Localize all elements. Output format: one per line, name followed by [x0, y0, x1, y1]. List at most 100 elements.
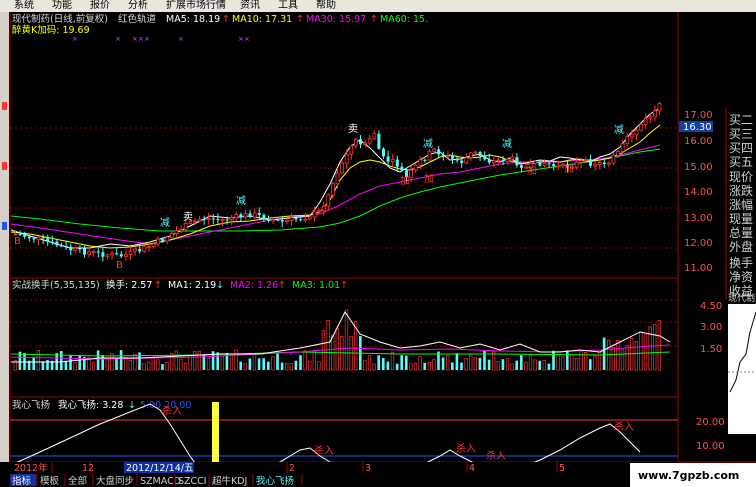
candle-body	[400, 166, 404, 171]
quote-label-total: 总量	[729, 226, 753, 240]
menu-item-help[interactable]: 帮助	[316, 0, 336, 12]
candle-body	[589, 159, 592, 166]
candle-body	[372, 133, 377, 140]
candle-body	[83, 248, 86, 255]
menu-item-system[interactable]: 系统	[14, 0, 34, 12]
ma60-value: MA60: 15.	[380, 14, 428, 25]
candle-body	[252, 212, 257, 218]
candle-body	[335, 172, 340, 185]
volume-bar	[593, 355, 597, 371]
candle-body	[128, 250, 133, 255]
ma30-value: MA30: 15.97	[306, 14, 366, 25]
volume-bar	[91, 361, 96, 371]
candle-body	[262, 214, 266, 220]
volume-bar	[367, 355, 372, 371]
sell-mark: 卖	[348, 123, 358, 135]
svg-text:×: ×	[138, 35, 144, 43]
volume-bar	[124, 357, 128, 371]
tab-fly[interactable]: 我心飞扬	[256, 475, 294, 487]
candle-body	[353, 138, 358, 147]
volume-bar	[271, 356, 275, 371]
candle-body	[533, 161, 538, 164]
candle-body	[294, 217, 298, 220]
price-tick: 13.00	[684, 213, 713, 224]
volume-bar	[161, 363, 164, 370]
candle-body	[138, 249, 142, 252]
candle-body	[639, 123, 643, 131]
fly-title: 我心飞扬	[12, 399, 50, 411]
tab-szcci[interactable]: SZCCI	[178, 476, 207, 487]
candle-body	[225, 219, 229, 221]
svg-text:×: ×	[238, 35, 244, 43]
candle-body	[115, 253, 119, 255]
candle-body	[280, 219, 284, 222]
time-label: 3	[365, 463, 371, 474]
volume-bar	[395, 363, 399, 370]
candle-body	[60, 245, 63, 247]
candle-body	[432, 148, 437, 152]
candle-body	[133, 248, 138, 252]
menu-item-quote[interactable]: 报价	[90, 0, 110, 12]
volume-bar	[441, 357, 445, 370]
volume-bar	[174, 350, 178, 371]
quote-label-change: 涨跌	[729, 183, 753, 198]
candle-body	[197, 218, 202, 222]
candle-body	[579, 160, 584, 163]
candle-body	[78, 248, 82, 250]
menu-item-function[interactable]: 功能	[52, 0, 72, 12]
ma10-value: MA10: 17.31	[232, 14, 292, 25]
candle-body	[303, 218, 308, 221]
volume-bar	[239, 361, 242, 370]
volume-bar	[267, 361, 270, 370]
menu-item-tools[interactable]: 工具	[278, 0, 298, 12]
quote-label-price: 现价	[729, 170, 753, 184]
candle-body	[13, 233, 18, 236]
sub-label: 醉黄K加码: 19.69	[12, 24, 90, 36]
candle-body	[267, 219, 270, 221]
price-tick: 11.00	[684, 263, 713, 274]
menu-item-analysis[interactable]: 分析	[128, 0, 148, 12]
volume-bar	[276, 353, 279, 370]
candle-body	[349, 145, 354, 155]
candle-body	[156, 238, 161, 245]
candle-body	[625, 136, 630, 145]
candle-body	[630, 134, 634, 138]
candle-body	[216, 219, 220, 221]
tab-market-sync[interactable]: 大盘同步	[96, 475, 134, 487]
volume-bar	[183, 362, 188, 371]
candle-body	[36, 236, 41, 240]
menu-item-extended-market[interactable]: 扩展市场行情	[166, 0, 226, 12]
add-mark: 加	[527, 165, 537, 177]
volume-bar	[101, 355, 104, 370]
candle-body	[344, 153, 349, 164]
fly-tick: 20.00	[696, 417, 725, 428]
candle-body	[174, 230, 179, 235]
tab-templates[interactable]: 模板	[40, 475, 60, 487]
volume-bar	[542, 360, 546, 371]
tab-kdj[interactable]: 超牛KDJ	[212, 475, 247, 487]
candle-body	[377, 133, 381, 149]
candle-body	[23, 234, 27, 237]
volume-bar	[464, 358, 468, 371]
candle-body	[165, 236, 170, 242]
candle-body	[515, 157, 519, 166]
volume-bar	[409, 363, 413, 371]
price-tick: 15.00	[684, 162, 713, 173]
volume-bar	[634, 341, 638, 371]
reduce-mark: 减	[614, 124, 624, 136]
candle-body	[276, 219, 280, 221]
volume-bar	[73, 362, 77, 371]
candle-body	[32, 238, 36, 240]
tab-all[interactable]: 全部	[68, 475, 87, 487]
cursor-marker[interactable]	[212, 402, 219, 466]
candle-body	[556, 165, 561, 168]
candle-body	[468, 152, 473, 159]
candle-body	[643, 117, 648, 125]
volume-ma3: MA3: 1.01	[292, 280, 340, 291]
candle-body	[437, 149, 441, 155]
volume-bar	[579, 350, 583, 371]
volume-bar	[220, 355, 224, 371]
menu-item-news[interactable]: 资讯	[240, 0, 260, 12]
volume-bar	[561, 356, 565, 371]
quote-label-volume: 现量	[729, 212, 753, 226]
